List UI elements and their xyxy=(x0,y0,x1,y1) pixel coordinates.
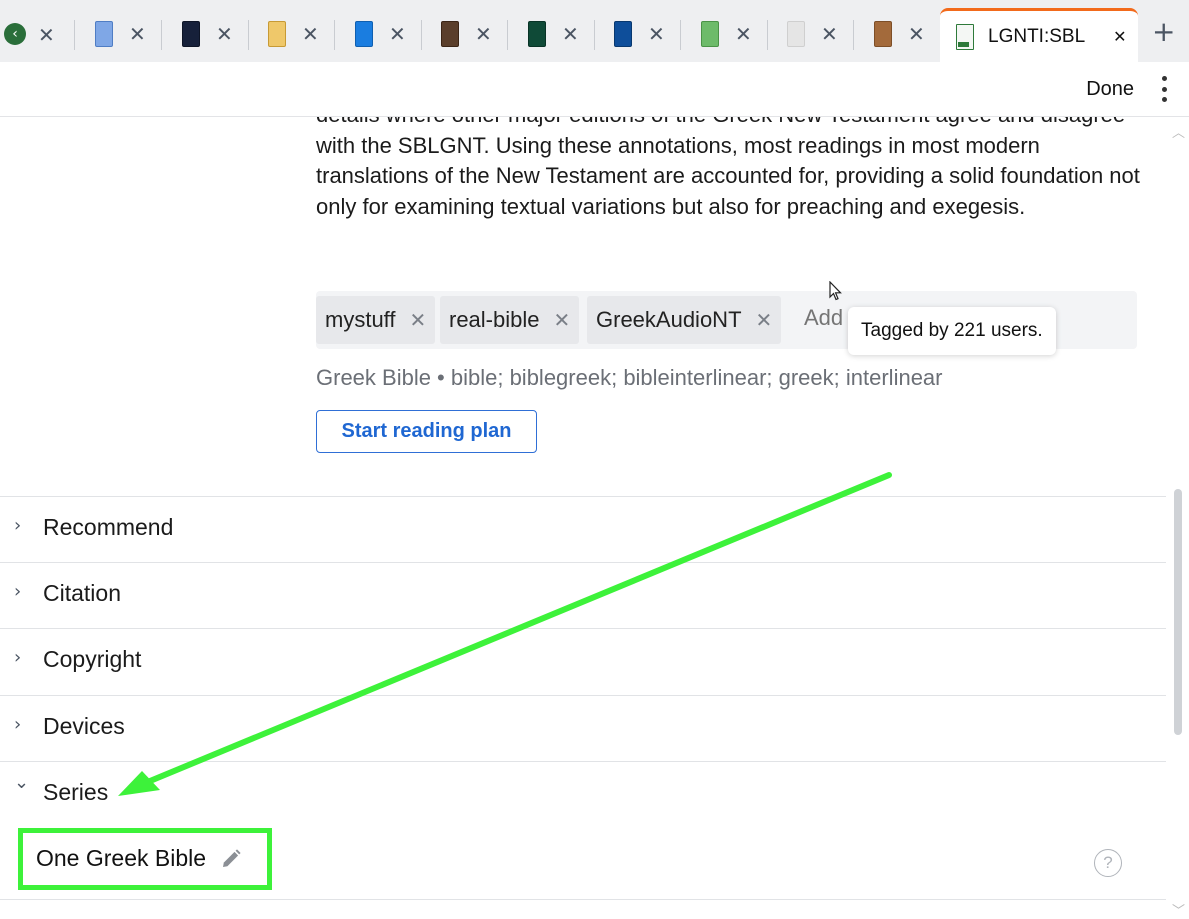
book-cover-icon xyxy=(355,21,373,47)
tab-close-icon[interactable]: ✕ xyxy=(735,24,752,44)
tab[interactable]: ✕ xyxy=(787,12,838,56)
chevron-right-icon[interactable]: › xyxy=(14,581,21,602)
start-reading-plan-button[interactable]: Start reading plan xyxy=(316,410,537,453)
tag-label: real-bible xyxy=(449,307,540,332)
tab-separator xyxy=(507,20,508,50)
book-cover-icon xyxy=(95,21,113,47)
chevron-right-icon[interactable]: › xyxy=(14,647,21,668)
section-title[interactable]: Copyright xyxy=(43,646,141,673)
book-cover-icon xyxy=(268,21,286,47)
tab-separator xyxy=(594,20,595,50)
resource-description: details where other major editions of th… xyxy=(316,102,1140,219)
tab-separator xyxy=(334,20,335,50)
section-title[interactable]: Citation xyxy=(43,580,121,607)
section-copyright[interactable]: › Copyright xyxy=(0,628,1166,695)
section-title[interactable]: Devices xyxy=(43,713,125,740)
tab[interactable]: ✕ xyxy=(182,12,233,56)
section-title[interactable]: Series xyxy=(43,779,108,806)
tab-close-icon[interactable]: ✕ xyxy=(389,24,406,44)
book-cover-icon xyxy=(441,21,459,47)
tab-close-icon[interactable]: ✕ xyxy=(38,23,55,47)
tab[interactable]: ✕ xyxy=(874,12,925,56)
tag-chip[interactable]: GreekAudioNT ✕ xyxy=(587,296,782,344)
tag-chip[interactable]: real-bible ✕ xyxy=(440,296,580,344)
section-title[interactable]: Recommend xyxy=(43,514,173,541)
tab[interactable]: ✕ xyxy=(95,12,146,56)
book-cover-icon xyxy=(874,21,892,47)
tab-separator xyxy=(74,20,75,50)
toolbar: Done xyxy=(0,62,1189,117)
annotation-highlight-box xyxy=(18,828,272,890)
scroll-down-icon[interactable]: ﹀ xyxy=(1172,900,1185,919)
tag-label: mystuff xyxy=(325,307,396,332)
scrollbar-thumb[interactable] xyxy=(1174,489,1182,735)
remove-tag-icon[interactable]: ✕ xyxy=(756,308,773,332)
resource-info-panel: details where other major editions of th… xyxy=(0,100,1170,916)
chevron-down-icon[interactable]: ⌄ xyxy=(14,772,29,793)
tab-active-label: LGNTI:SBL xyxy=(988,25,1086,47)
book-cover-icon xyxy=(528,21,546,47)
section-recommend[interactable]: › Recommend xyxy=(0,496,1166,563)
tab[interactable]: ✕ xyxy=(701,12,752,56)
tab-close-icon[interactable]: ✕ xyxy=(908,24,925,44)
tab-close-icon[interactable]: ✕ xyxy=(302,24,319,44)
mouse-cursor-icon xyxy=(829,281,842,301)
tab-separator xyxy=(248,20,249,50)
add-tab-icon[interactable]: + xyxy=(1152,18,1175,46)
tab-separator xyxy=(853,20,854,50)
tab-separator xyxy=(767,20,768,50)
book-cover-icon xyxy=(787,21,805,47)
section-citation[interactable]: › Citation xyxy=(0,562,1166,629)
tab[interactable]: ✕ xyxy=(528,12,579,56)
remove-tag-icon[interactable]: ✕ xyxy=(554,308,571,332)
book-cover-icon xyxy=(182,21,200,47)
tab-separator xyxy=(421,20,422,50)
tab-close-icon[interactable]: ✕ xyxy=(475,24,492,44)
tab-close-icon[interactable]: ✕ xyxy=(821,24,838,44)
section-devices[interactable]: › Devices xyxy=(0,695,1166,762)
tab[interactable]: ✕ xyxy=(355,12,406,56)
scroll-up-icon[interactable]: ︿ xyxy=(1172,122,1185,141)
tab-separator xyxy=(161,20,162,50)
tab-close-icon[interactable]: ✕ xyxy=(216,24,233,44)
tab-close-icon[interactable]: ✕ xyxy=(129,24,146,44)
tab[interactable]: ✕ xyxy=(441,12,492,56)
more-options-icon[interactable] xyxy=(1159,76,1169,102)
tab[interactable]: ✕ xyxy=(268,12,319,56)
tab-close-icon[interactable]: ✕ xyxy=(562,24,579,44)
tab-separator xyxy=(680,20,681,50)
book-cover-icon xyxy=(701,21,719,47)
book-cover-icon xyxy=(614,21,632,47)
resource-meta-line: Greek Bible • bible; biblegreek; biblein… xyxy=(316,365,943,390)
tab-active[interactable]: LGNTI:SBL ✕ xyxy=(940,8,1138,62)
chevron-right-icon[interactable]: › xyxy=(14,515,21,536)
chevron-right-icon[interactable]: › xyxy=(14,714,21,735)
tab-bar: ‹ ✕ ✕ ✕ ✕ ✕ ✕ ✕ ✕ ✕ ✕ ✕ LGNTI:SBL ✕ + xyxy=(0,0,1189,62)
scroll-tabs-left-icon[interactable]: ‹ xyxy=(4,23,26,45)
tab[interactable]: ✕ xyxy=(614,12,665,56)
divider xyxy=(0,899,1166,900)
tab-close-icon[interactable]: ✕ xyxy=(1113,27,1126,47)
remove-tag-icon[interactable]: ✕ xyxy=(410,308,427,332)
tab-close-icon[interactable]: ✕ xyxy=(648,24,665,44)
help-icon[interactable]: ? xyxy=(1094,849,1122,877)
tag-chip[interactable]: mystuff ✕ xyxy=(316,296,436,344)
book-cover-icon xyxy=(956,23,974,50)
tag-tooltip: Tagged by 221 users. xyxy=(848,307,1056,355)
tag-label: GreekAudioNT xyxy=(596,307,742,332)
section-series[interactable]: ⌄ Series xyxy=(0,761,1166,828)
done-button[interactable]: Done xyxy=(1086,78,1134,101)
